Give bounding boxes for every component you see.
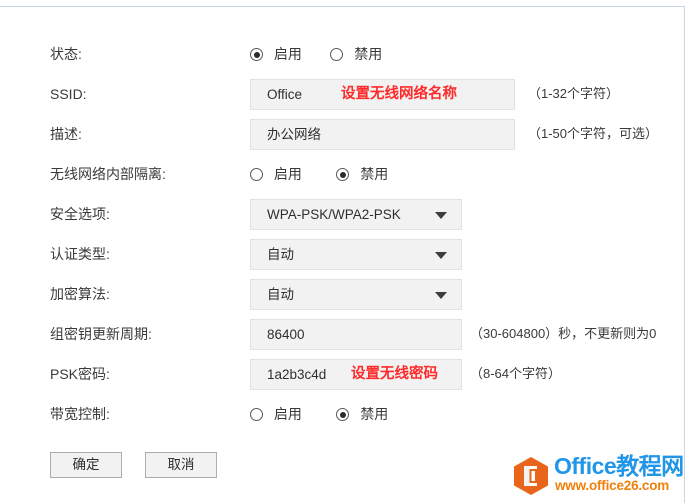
hint-psk-password: （8-64个字符） bbox=[470, 366, 562, 381]
chevron-down-icon bbox=[435, 292, 447, 299]
form-row-bandwidth-control: 带宽控制: 启用 禁用 bbox=[0, 394, 684, 434]
label-description: 描述: bbox=[50, 126, 82, 142]
radio-status-disable[interactable]: 禁用 bbox=[330, 34, 382, 74]
label-security-option: 安全选项: bbox=[50, 206, 110, 222]
auth-type-value: 自动 bbox=[267, 247, 294, 262]
label-status: 状态: bbox=[50, 46, 82, 62]
wireless-settings-form: 状态: 启用 禁用 SSID: Office 设置无线网络名称 （1-32个字符… bbox=[0, 6, 684, 503]
chevron-down-icon bbox=[435, 212, 447, 219]
form-row-psk-password: PSK密码: 1a2b3c4d 设置无线密码 （8-64个字符） bbox=[0, 354, 684, 394]
hint-description: （1-50个字符，可选） bbox=[528, 126, 659, 141]
description-input-value: 办公网络 bbox=[267, 127, 321, 142]
encryption-algorithm-value: 自动 bbox=[267, 287, 294, 302]
page-border-right bbox=[684, 6, 685, 503]
radio-ap-isolation-disable-label: 禁用 bbox=[360, 166, 389, 182]
radio-mark-icon bbox=[330, 48, 344, 61]
label-ssid: SSID: bbox=[50, 86, 87, 102]
radio-group-bandwidth-control: 启用 禁用 bbox=[250, 394, 388, 434]
psk-password-input[interactable]: 1a2b3c4d 设置无线密码 bbox=[250, 359, 462, 390]
site-watermark: Office教程网 www.office26.com bbox=[512, 452, 684, 498]
radio-mark-icon bbox=[250, 48, 263, 61]
description-input[interactable]: 办公网络 bbox=[250, 119, 515, 150]
form-row-description: 描述: 办公网络 （1-50个字符，可选） bbox=[0, 114, 684, 154]
ssid-input[interactable]: Office 设置无线网络名称 bbox=[250, 79, 515, 110]
chevron-down-icon bbox=[435, 252, 447, 259]
radio-bandwidth-control-enable-label: 启用 bbox=[273, 406, 302, 422]
radio-mark-icon bbox=[250, 168, 263, 181]
cancel-button[interactable]: 取消 bbox=[145, 452, 217, 478]
hint-group-key-update: （30-604800）秒，不更新则为0 bbox=[470, 326, 657, 341]
form-row-auth-type: 认证类型: 自动 bbox=[0, 234, 684, 274]
radio-status-enable-label: 启用 bbox=[273, 46, 302, 62]
radio-ap-isolation-enable-label: 启用 bbox=[273, 166, 302, 182]
label-group-key-update: 组密钥更新周期: bbox=[50, 326, 152, 342]
radio-group-status: 启用 禁用 bbox=[250, 34, 382, 74]
psk-password-annotation: 设置无线密码 bbox=[351, 366, 438, 382]
label-encryption-algorithm: 加密算法: bbox=[50, 286, 110, 302]
radio-mark-icon bbox=[250, 408, 263, 421]
group-key-update-value: 86400 bbox=[267, 327, 305, 342]
wireless-settings-page: 状态: 启用 禁用 SSID: Office 设置无线网络名称 （1-32个字符… bbox=[0, 0, 695, 503]
radio-bandwidth-control-disable-label: 禁用 bbox=[360, 406, 389, 422]
radio-ap-isolation-disable[interactable]: 禁用 bbox=[336, 154, 388, 194]
watermark-url: www.office26.com bbox=[555, 478, 670, 493]
psk-password-value: 1a2b3c4d bbox=[267, 367, 327, 382]
radio-mark-icon bbox=[336, 168, 350, 181]
form-row-ssid: SSID: Office 设置无线网络名称 （1-32个字符） bbox=[0, 74, 684, 114]
watermark-text: Office教程网 www.office26.com bbox=[554, 452, 684, 498]
radio-group-ap-isolation: 启用 禁用 bbox=[250, 154, 388, 194]
ssid-annotation: 设置无线网络名称 bbox=[341, 86, 457, 102]
radio-bandwidth-control-disable[interactable]: 禁用 bbox=[336, 394, 388, 434]
label-auth-type: 认证类型: bbox=[50, 246, 110, 262]
ssid-input-value: Office bbox=[267, 87, 303, 102]
radio-bandwidth-control-enable[interactable]: 启用 bbox=[250, 394, 302, 434]
radio-status-disable-label: 禁用 bbox=[354, 46, 383, 62]
form-row-group-key-update: 组密钥更新周期: 86400 （30-604800）秒，不更新则为0 bbox=[0, 314, 684, 354]
form-row-status: 状态: 启用 禁用 bbox=[0, 34, 684, 74]
encryption-algorithm-select[interactable]: 自动 bbox=[250, 279, 462, 310]
hint-ssid: （1-32个字符） bbox=[528, 86, 620, 101]
form-row-ap-isolation: 无线网络内部隔离: 启用 禁用 bbox=[0, 154, 684, 194]
confirm-button[interactable]: 确定 bbox=[50, 452, 122, 478]
security-option-value: WPA-PSK/WPA2-PSK bbox=[267, 207, 401, 222]
form-row-security-option: 安全选项: WPA-PSK/WPA2-PSK bbox=[0, 194, 684, 234]
form-row-encryption-algorithm: 加密算法: 自动 bbox=[0, 274, 684, 314]
security-option-select[interactable]: WPA-PSK/WPA2-PSK bbox=[250, 199, 462, 230]
group-key-update-input[interactable]: 86400 bbox=[250, 319, 462, 350]
radio-status-enable[interactable]: 启用 bbox=[250, 34, 302, 74]
office-logo-icon bbox=[512, 456, 550, 496]
label-bandwidth-control: 带宽控制: bbox=[50, 406, 110, 422]
radio-mark-icon bbox=[336, 408, 350, 421]
label-ap-isolation: 无线网络内部隔离: bbox=[50, 166, 166, 182]
watermark-title: Office教程网 bbox=[554, 453, 684, 479]
auth-type-select[interactable]: 自动 bbox=[250, 239, 462, 270]
radio-ap-isolation-enable[interactable]: 启用 bbox=[250, 154, 302, 194]
label-psk-password: PSK密码: bbox=[50, 366, 110, 382]
